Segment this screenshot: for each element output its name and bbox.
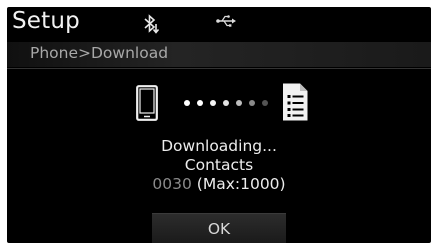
ok-button-label: OK xyxy=(207,220,231,238)
progress-dot xyxy=(262,100,268,106)
progress-dot xyxy=(249,100,255,106)
progress-dot xyxy=(236,100,242,106)
progress-dot xyxy=(197,100,203,106)
usb-icon xyxy=(216,15,236,27)
document-list-icon xyxy=(283,83,308,121)
download-status: Downloading... xyxy=(161,137,277,155)
breadcrumb: Phone>Download xyxy=(7,42,431,67)
bluetooth-download-icon xyxy=(144,14,160,34)
progress-dot xyxy=(210,100,216,106)
phone-icon xyxy=(136,85,158,121)
screen-title: Setup xyxy=(12,8,80,34)
progress-dot xyxy=(184,100,190,106)
ok-button[interactable]: OK xyxy=(152,213,286,243)
download-progress: 0030 (Max:1000) xyxy=(7,175,431,193)
progress-dot xyxy=(223,100,229,106)
download-count: 0030 xyxy=(152,175,192,193)
download-item: Contacts xyxy=(184,156,254,174)
divider xyxy=(7,68,431,69)
setup-screen: Setup Phone>Download Downloading... Cont… xyxy=(7,7,431,243)
status-bar: Setup xyxy=(7,7,431,41)
download-max: (Max:1000) xyxy=(196,175,286,193)
breadcrumb-text: Phone>Download xyxy=(30,44,169,62)
